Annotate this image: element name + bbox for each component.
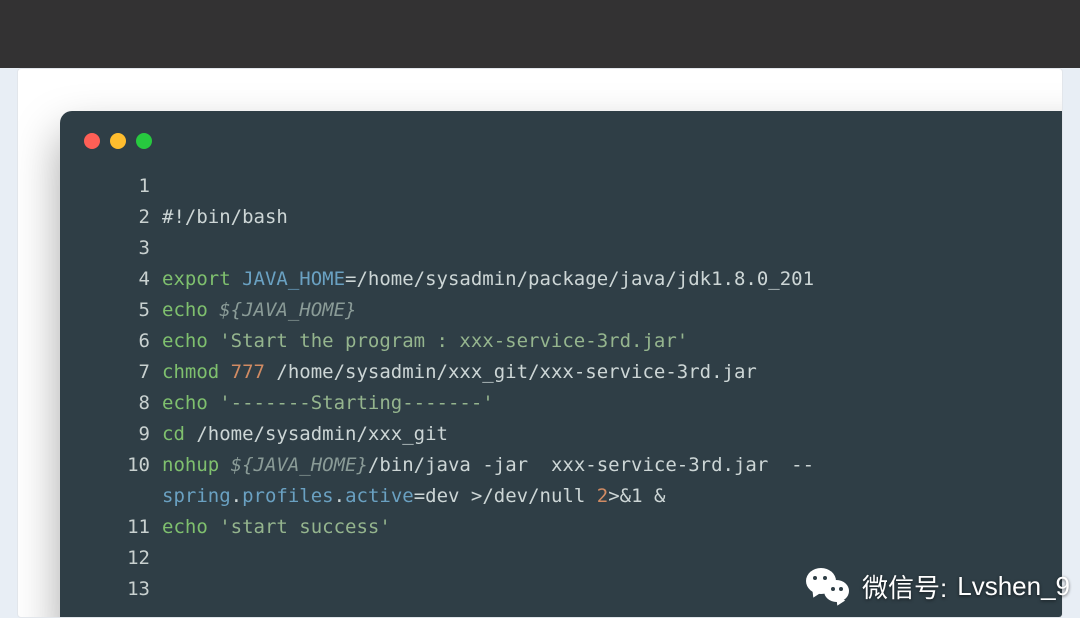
code-token: ${JAVA_HOME}: [219, 299, 356, 321]
line-number: 6: [60, 326, 162, 357]
code-token: #!/bin/bash: [162, 206, 288, 228]
code-token: echo: [162, 330, 219, 352]
code-line: 2#!/bin/bash: [60, 202, 1063, 233]
minimize-icon[interactable]: [110, 133, 126, 149]
code-line: 7chmod 777 /home/sysadmin/xxx_git/xxx-se…: [60, 357, 1063, 388]
code-content: nohup ${JAVA_HOME}/bin/java -jar xxx-ser…: [162, 450, 814, 481]
line-number: [60, 481, 162, 512]
code-token: echo: [162, 299, 219, 321]
code-token: cd: [162, 423, 196, 445]
code-token: .: [334, 485, 345, 507]
code-token: /bin/java: [368, 454, 482, 476]
code-line: 1: [60, 171, 1063, 202]
line-number: 13: [60, 574, 162, 605]
code-token: ${JAVA_HOME}: [231, 454, 368, 476]
code-token: chmod: [162, 361, 231, 383]
code-line: 9cd /home/sysadmin/xxx_git: [60, 419, 1063, 450]
code-content: chmod 777 /home/sysadmin/xxx_git/xxx-ser…: [162, 357, 757, 388]
watermark-handle: Lvshen_9: [957, 571, 1070, 602]
code-token: /home/sysadmin/xxx_git/xxx-service-3rd.j…: [265, 361, 757, 383]
page-background-card: 12#!/bin/bash34export JAVA_HOME=/home/sy…: [17, 68, 1063, 618]
line-number: 5: [60, 295, 162, 326]
code-token: >&1 &: [608, 485, 665, 507]
code-token: active: [345, 485, 414, 507]
window-controls: [60, 111, 1063, 159]
code-token: export: [162, 268, 242, 290]
code-line: spring.profiles.active=dev >/dev/null 2>…: [60, 481, 1063, 512]
code-line: 11echo 'start success': [60, 512, 1063, 543]
code-line: 5echo ${JAVA_HOME}: [60, 295, 1063, 326]
code-token: '-------Starting-------': [219, 392, 494, 414]
code-content: #!/bin/bash: [162, 202, 288, 233]
code-token: /home/sysadmin/xxx_git: [196, 423, 448, 445]
line-number: 12: [60, 543, 162, 574]
code-token: echo: [162, 516, 219, 538]
code-token: -jar: [482, 454, 528, 476]
line-number: 8: [60, 388, 162, 419]
code-line: 4export JAVA_HOME=/home/sysadmin/package…: [60, 264, 1063, 295]
code-content: echo ${JAVA_HOME}: [162, 295, 356, 326]
code-content: cd /home/sysadmin/xxx_git: [162, 419, 448, 450]
wechat-icon: [806, 566, 852, 606]
line-number: 9: [60, 419, 162, 450]
code-token: 2: [597, 485, 608, 507]
watermark-label: 微信号:: [862, 568, 947, 605]
line-number: 10: [60, 450, 162, 481]
line-number: 4: [60, 264, 162, 295]
code-content: export JAVA_HOME=/home/sysadmin/package/…: [162, 264, 814, 295]
line-number: 11: [60, 512, 162, 543]
line-number: 7: [60, 357, 162, 388]
code-token: 777: [231, 361, 265, 383]
code-token: spring: [162, 485, 231, 507]
code-line: 6echo 'Start the program : xxx-service-3…: [60, 326, 1063, 357]
code-content: spring.profiles.active=dev >/dev/null 2>…: [162, 481, 665, 512]
code-token: .: [231, 485, 242, 507]
watermark: 微信号: Lvshen_9: [806, 566, 1070, 606]
code-token: nohup: [162, 454, 231, 476]
code-token: JAVA_HOME: [242, 268, 345, 290]
code-line: 3: [60, 233, 1063, 264]
code-token: 'Start the program : xxx-service-3rd.jar…: [219, 330, 688, 352]
code-token: =dev >/dev/null: [414, 485, 597, 507]
code-window: 12#!/bin/bash34export JAVA_HOME=/home/sy…: [60, 111, 1063, 618]
code-content: echo 'Start the program : xxx-service-3r…: [162, 326, 688, 357]
code-content: echo '-------Starting-------': [162, 388, 494, 419]
line-number: 3: [60, 233, 162, 264]
code-body: 12#!/bin/bash34export JAVA_HOME=/home/sy…: [60, 159, 1063, 605]
code-line: 8echo '-------Starting-------': [60, 388, 1063, 419]
line-number: 2: [60, 202, 162, 233]
code-token: echo: [162, 392, 219, 414]
zoom-icon[interactable]: [136, 133, 152, 149]
top-bar: [0, 0, 1080, 68]
code-token: 'start success': [219, 516, 391, 538]
code-content: echo 'start success': [162, 512, 391, 543]
code-token: =/home/sysadmin/package/java/jdk1.8.0_20…: [345, 268, 814, 290]
code-line: 10nohup ${JAVA_HOME}/bin/java -jar xxx-s…: [60, 450, 1063, 481]
code-token: xxx-service-3rd.jar --: [528, 454, 814, 476]
close-icon[interactable]: [84, 133, 100, 149]
line-number: 1: [60, 171, 162, 202]
code-token: profiles: [242, 485, 334, 507]
